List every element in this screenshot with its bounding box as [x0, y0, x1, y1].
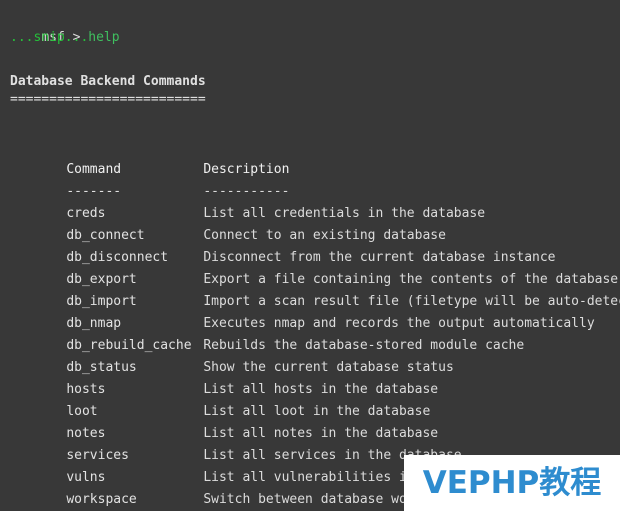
prompt-command: help	[88, 30, 120, 45]
watermark-overlay: VEPHP教程	[404, 455, 620, 511]
terminal-window: msf > help ...snip... Database Backend C…	[0, 0, 620, 511]
watermark-text: VEPHP教程	[422, 464, 602, 501]
cell-command: workspace	[66, 492, 137, 507]
section-underline: =========================	[10, 92, 206, 107]
snip-line: ...snip...	[10, 30, 89, 45]
